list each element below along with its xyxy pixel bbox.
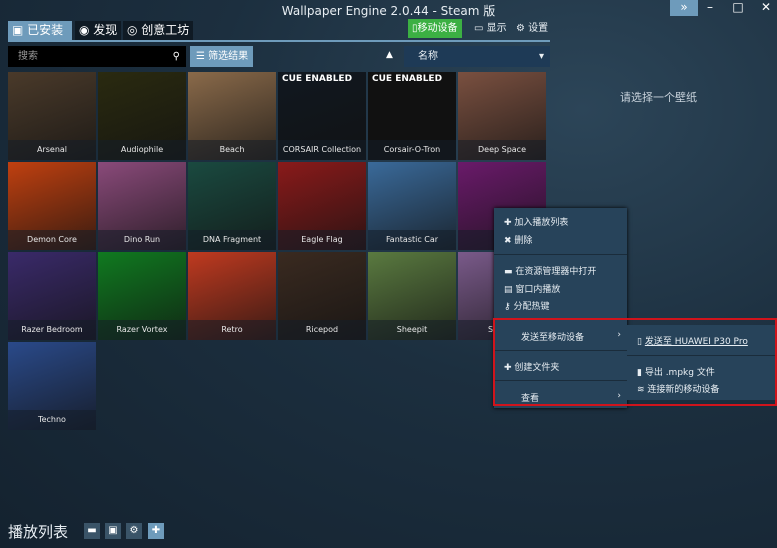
- highlight-box: [493, 318, 777, 406]
- sort-direction-icon[interactable]: ▲: [386, 50, 393, 60]
- wallpaper-tile[interactable]: Beach: [188, 72, 276, 160]
- wallpaper-tile[interactable]: Razer Vortex: [98, 252, 186, 340]
- wallpaper-tile[interactable]: Ricepod: [278, 252, 366, 340]
- divider: [8, 40, 550, 42]
- tile-label: Fantastic Car: [368, 230, 456, 250]
- compass-icon: ◉: [79, 23, 94, 37]
- wallpaper-tile[interactable]: Demon Core: [8, 162, 96, 250]
- monitor-icon: ▭: [474, 23, 487, 34]
- select-wallpaper-hint: 请选择一个壁纸: [620, 91, 697, 104]
- wallpaper-tile[interactable]: Audiophile: [98, 72, 186, 160]
- list-icon: ☰: [196, 51, 209, 62]
- save-icon: ▣: [12, 23, 28, 37]
- wallpaper-tile[interactable]: DNA Fragment: [188, 162, 276, 250]
- save-icon[interactable]: ▣: [105, 523, 121, 539]
- chevron-down-icon: ▾: [538, 51, 544, 62]
- tab-installed[interactable]: ▣ 已安装 ▾: [8, 21, 72, 56]
- tile-label: Razer Vortex: [98, 320, 186, 340]
- wallpaper-tile[interactable]: Deep Space: [458, 72, 546, 160]
- window-title: Wallpaper Engine 2.0.44 - Steam 版: [281, 4, 496, 18]
- wallpaper-tile[interactable]: CUE ENABLED CORSAIR Collection: [278, 72, 366, 160]
- tab-discover[interactable]: ◉ 发现: [75, 21, 122, 40]
- divider: [494, 254, 627, 255]
- tile-label: Sheepit: [368, 320, 456, 340]
- search-input[interactable]: 搜索 ⚲: [8, 46, 186, 67]
- steam-icon: ◎: [127, 23, 142, 37]
- tile-label: Beach: [188, 140, 276, 160]
- wallpaper-tile[interactable]: CUE ENABLED Corsair-O-Tron: [368, 72, 456, 160]
- search-icon: ⚲: [172, 51, 180, 62]
- wallpaper-tile[interactable]: Dino Run: [98, 162, 186, 250]
- tile-label: Razer Bedroom: [8, 320, 96, 340]
- tile-label: Techno: [8, 410, 96, 430]
- wallpaper-tile[interactable]: Techno: [8, 342, 96, 430]
- wallpaper-tile[interactable]: Sheepit: [368, 252, 456, 340]
- menu-assign-hotkey[interactable]: ⚷ 分配热键: [504, 299, 549, 312]
- wallpaper-tile[interactable]: Razer Bedroom: [8, 252, 96, 340]
- playlist-label: 播放列表: [8, 523, 69, 541]
- tile-label: Corsair-O-Tron: [368, 140, 456, 160]
- cue-enabled-badge: CUE ENABLED: [282, 74, 353, 84]
- tile-label: CORSAIR Collection: [278, 140, 366, 160]
- maximize-button[interactable]: □: [724, 0, 752, 16]
- mobile-devices-button[interactable]: ▯移动设备: [408, 19, 462, 38]
- wallpaper-tile[interactable]: Retro: [188, 252, 276, 340]
- tile-label: Audiophile: [98, 140, 186, 160]
- menu-delete[interactable]: ✖ 删除: [504, 233, 532, 246]
- minimize-button[interactable]: –: [696, 0, 724, 16]
- close-button[interactable]: ✕: [752, 0, 777, 16]
- tile-label: Retro: [188, 320, 276, 340]
- gears-icon[interactable]: ⚙: [126, 523, 142, 539]
- menu-open-in-explorer[interactable]: ▬ 在资源管理器中打开: [504, 264, 596, 277]
- cue-enabled-badge: CUE ENABLED: [372, 74, 443, 84]
- tile-label: Eagle Flag: [278, 230, 366, 250]
- add-icon[interactable]: ✚: [148, 523, 164, 539]
- expand-button[interactable]: »: [670, 0, 698, 16]
- menu-play-in-window[interactable]: ▤ 窗口内播放: [504, 282, 560, 295]
- tile-label: Deep Space: [458, 140, 546, 160]
- tile-label: Demon Core: [8, 230, 96, 250]
- tile-label: DNA Fragment: [188, 230, 276, 250]
- tile-label: Ricepod: [278, 320, 366, 340]
- gear-icon: ⚙: [516, 23, 529, 34]
- filter-button[interactable]: ☰ 筛选结果: [190, 46, 253, 67]
- tile-label: Dino Run: [98, 230, 186, 250]
- folder-icon[interactable]: ▬: [84, 523, 100, 539]
- display-button[interactable]: ▭ 显示: [470, 19, 511, 38]
- wallpaper-tile[interactable]: Fantastic Car: [368, 162, 456, 250]
- tile-label: Arsenal: [8, 140, 96, 160]
- settings-button[interactable]: ⚙ 设置: [512, 19, 552, 38]
- menu-add-to-playlist[interactable]: ✚ 加入播放列表: [504, 215, 568, 228]
- wallpaper-tile[interactable]: Eagle Flag: [278, 162, 366, 250]
- wallpaper-tile[interactable]: Arsenal: [8, 72, 96, 160]
- sort-select[interactable]: 名称 ▾: [404, 46, 550, 67]
- tab-workshop[interactable]: ◎ 创意工坊: [123, 21, 194, 40]
